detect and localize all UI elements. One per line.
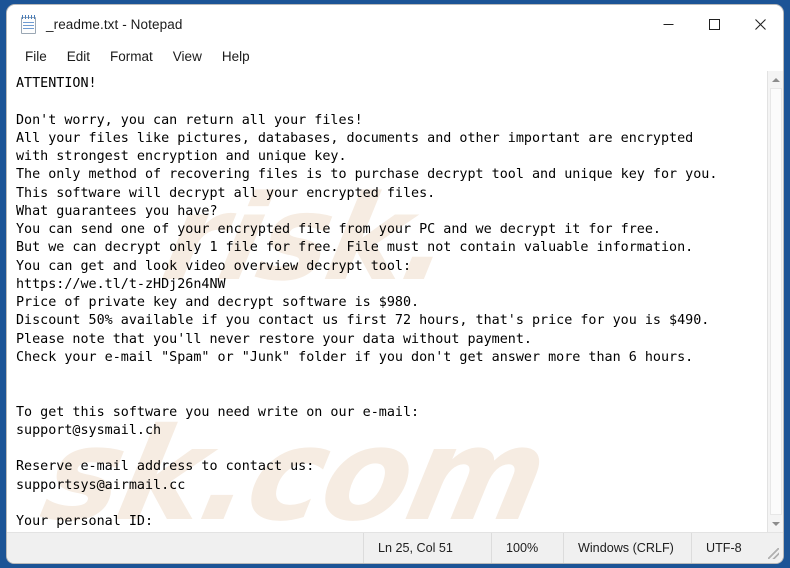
text-line	[16, 495, 767, 513]
text-line: supportsys@airmail.cc	[16, 477, 186, 493]
text-line: The only method of recovering files is t…	[16, 167, 718, 183]
personal-id-value: 0415JsfkjnSOJMvHLicoDsulSJlPkyvLi9PxSGKs…	[16, 531, 419, 532]
notepad-icon	[20, 14, 37, 34]
resize-grip-icon[interactable]	[768, 548, 779, 559]
scrollbar-thumb[interactable]	[769, 88, 782, 515]
status-cursor-position[interactable]: Ln 25, Col 51	[363, 532, 491, 563]
menu-item-help[interactable]: Help	[212, 46, 260, 68]
text-line: All your files like pictures, databases,…	[16, 130, 694, 146]
window-controls	[645, 5, 783, 43]
scrollbar-track[interactable]	[768, 88, 784, 515]
text-line	[16, 367, 767, 385]
text-line: Reserve e-mail address to contact us:	[16, 459, 315, 475]
title-bar[interactable]: _readme.txt - Notepad	[7, 5, 783, 43]
text-input-area[interactable]: ATTENTION! Don't worry, you can return a…	[7, 71, 767, 532]
vertical-scrollbar[interactable]	[767, 71, 783, 532]
text-line: This software will decrypt all your encr…	[16, 185, 436, 201]
text-line: Please note that you'll never restore yo…	[16, 331, 532, 347]
text-line: Your personal ID:	[16, 514, 154, 529]
minimize-button[interactable]	[645, 5, 691, 43]
menu-item-view[interactable]: View	[163, 46, 212, 68]
scroll-up-icon[interactable]	[768, 71, 784, 88]
text-line: https://we.tl/t-zHDj26n4NW	[16, 276, 226, 292]
text-line: You can get and look video overview decr…	[16, 258, 412, 274]
minimize-icon	[663, 23, 673, 25]
text-line: You can send one of your encrypted file …	[16, 222, 661, 237]
text-line: Check your e-mail "Spam" or "Junk" folde…	[16, 349, 694, 365]
maximize-button[interactable]	[691, 5, 737, 43]
scroll-down-icon[interactable]	[768, 515, 784, 532]
status-line-ending[interactable]: Windows (CRLF)	[563, 532, 691, 563]
text-line	[16, 440, 767, 458]
text-line: ATTENTION!	[16, 76, 97, 91]
text-line: To get this software you need write on o…	[16, 404, 420, 420]
text-line: support@sysmail.ch	[16, 422, 162, 438]
text-line: Discount 50% available if you contact us…	[16, 313, 710, 329]
close-button[interactable]	[737, 5, 783, 43]
text-line: Price of private key and decrypt softwar…	[16, 295, 420, 310]
text-line	[16, 385, 767, 403]
menu-item-format[interactable]: Format	[100, 46, 163, 68]
close-icon	[754, 18, 766, 30]
text-line: What guarantees you have?	[16, 203, 218, 219]
menu-item-file[interactable]: File	[15, 46, 57, 68]
maximize-icon	[708, 18, 720, 30]
notepad-window: _readme.txt - Notepad File Edit Format V…	[7, 5, 783, 563]
text-line: But we can decrypt only 1 file for free.…	[16, 240, 694, 256]
text-line	[16, 93, 767, 111]
text-line: Don't worry, you can return all your fil…	[16, 112, 363, 128]
text-line-with-cursor: 0415JsfkjnSOJMvHLicoDsulSJlPkyvLi9PxSGKs…	[16, 531, 767, 532]
desktop-background: _readme.txt - Notepad File Edit Format V…	[0, 0, 790, 568]
text-line: with strongest encryption and unique key…	[16, 149, 347, 164]
status-zoom-level[interactable]: 100%	[491, 532, 563, 563]
menu-bar: File Edit Format View Help	[7, 43, 783, 70]
menu-item-edit[interactable]: Edit	[57, 46, 100, 68]
window-title: _readme.txt - Notepad	[46, 16, 183, 32]
status-bar: Ln 25, Col 51 100% Windows (CRLF) UTF-8	[7, 532, 783, 563]
editor-area: risk. sk.com ATTENTION! Don't worry, you…	[7, 70, 783, 532]
